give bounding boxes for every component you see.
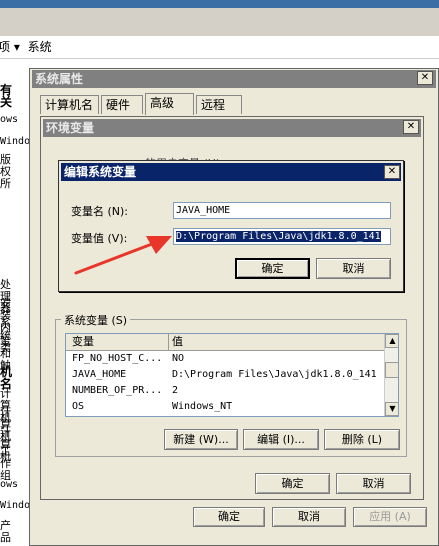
annotation-arrow-icon xyxy=(74,236,172,275)
